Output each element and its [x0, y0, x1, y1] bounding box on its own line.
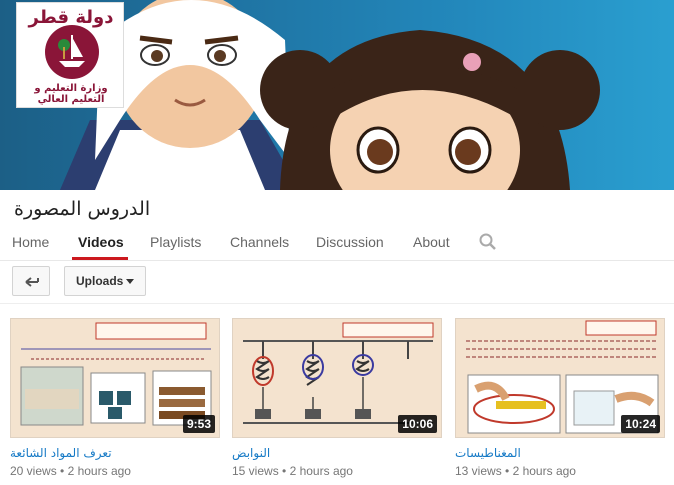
- tab-channels[interactable]: Channels: [230, 234, 289, 250]
- upload-age: 2 hours ago: [67, 464, 131, 478]
- video-meta: 20 views • 2 hours ago: [10, 464, 131, 478]
- tabs-divider: [0, 260, 674, 261]
- video-duration: 10:06: [398, 415, 437, 433]
- search-icon[interactable]: [478, 232, 498, 252]
- tab-home[interactable]: Home: [12, 234, 49, 250]
- video-duration: 10:24: [621, 415, 660, 433]
- back-button[interactable]: [12, 266, 50, 296]
- video-meta: 15 views • 2 hours ago: [232, 464, 353, 478]
- uploads-dropdown[interactable]: Uploads: [64, 266, 146, 296]
- view-count: 13 views: [455, 464, 502, 478]
- tab-videos[interactable]: Videos: [78, 234, 124, 250]
- emblem-icon: [45, 25, 99, 79]
- video-title[interactable]: تعرف المواد الشائعة: [10, 446, 112, 460]
- logo-bottom-text: وزارة التعليم و التعليم العالي: [34, 83, 108, 105]
- video-duration: 9:53: [182, 415, 215, 433]
- upload-age: 2 hours ago: [289, 464, 353, 478]
- channel-tabs: Home Videos Playlists Channels Discussio…: [0, 226, 674, 260]
- video-meta: 13 views • 2 hours ago: [455, 464, 576, 478]
- channel-banner: دولة قطر وزارة التعليم و التعليم العالي: [0, 0, 674, 190]
- toolbar-divider: [0, 303, 674, 304]
- view-count: 20 views: [10, 464, 57, 478]
- video-thumbnail[interactable]: 10:24: [455, 318, 665, 438]
- caret-down-icon: [126, 279, 134, 284]
- uploads-label: Uploads: [76, 274, 124, 288]
- upload-age: 2 hours ago: [512, 464, 576, 478]
- back-arrow-icon: [25, 277, 39, 287]
- video-title[interactable]: النوابض: [232, 446, 270, 460]
- tab-playlists[interactable]: Playlists: [150, 234, 201, 250]
- tab-discussion[interactable]: Discussion: [316, 234, 384, 250]
- tab-about[interactable]: About: [413, 234, 450, 250]
- video-title[interactable]: المغناطيسات: [455, 446, 521, 460]
- video-thumbnail[interactable]: 9:53: [10, 318, 220, 438]
- ministry-logo: دولة قطر وزارة التعليم و التعليم العالي: [16, 2, 124, 108]
- channel-title: الدروس المصورة: [14, 198, 151, 220]
- view-count: 15 views: [232, 464, 279, 478]
- video-thumbnail[interactable]: 10:06: [232, 318, 442, 438]
